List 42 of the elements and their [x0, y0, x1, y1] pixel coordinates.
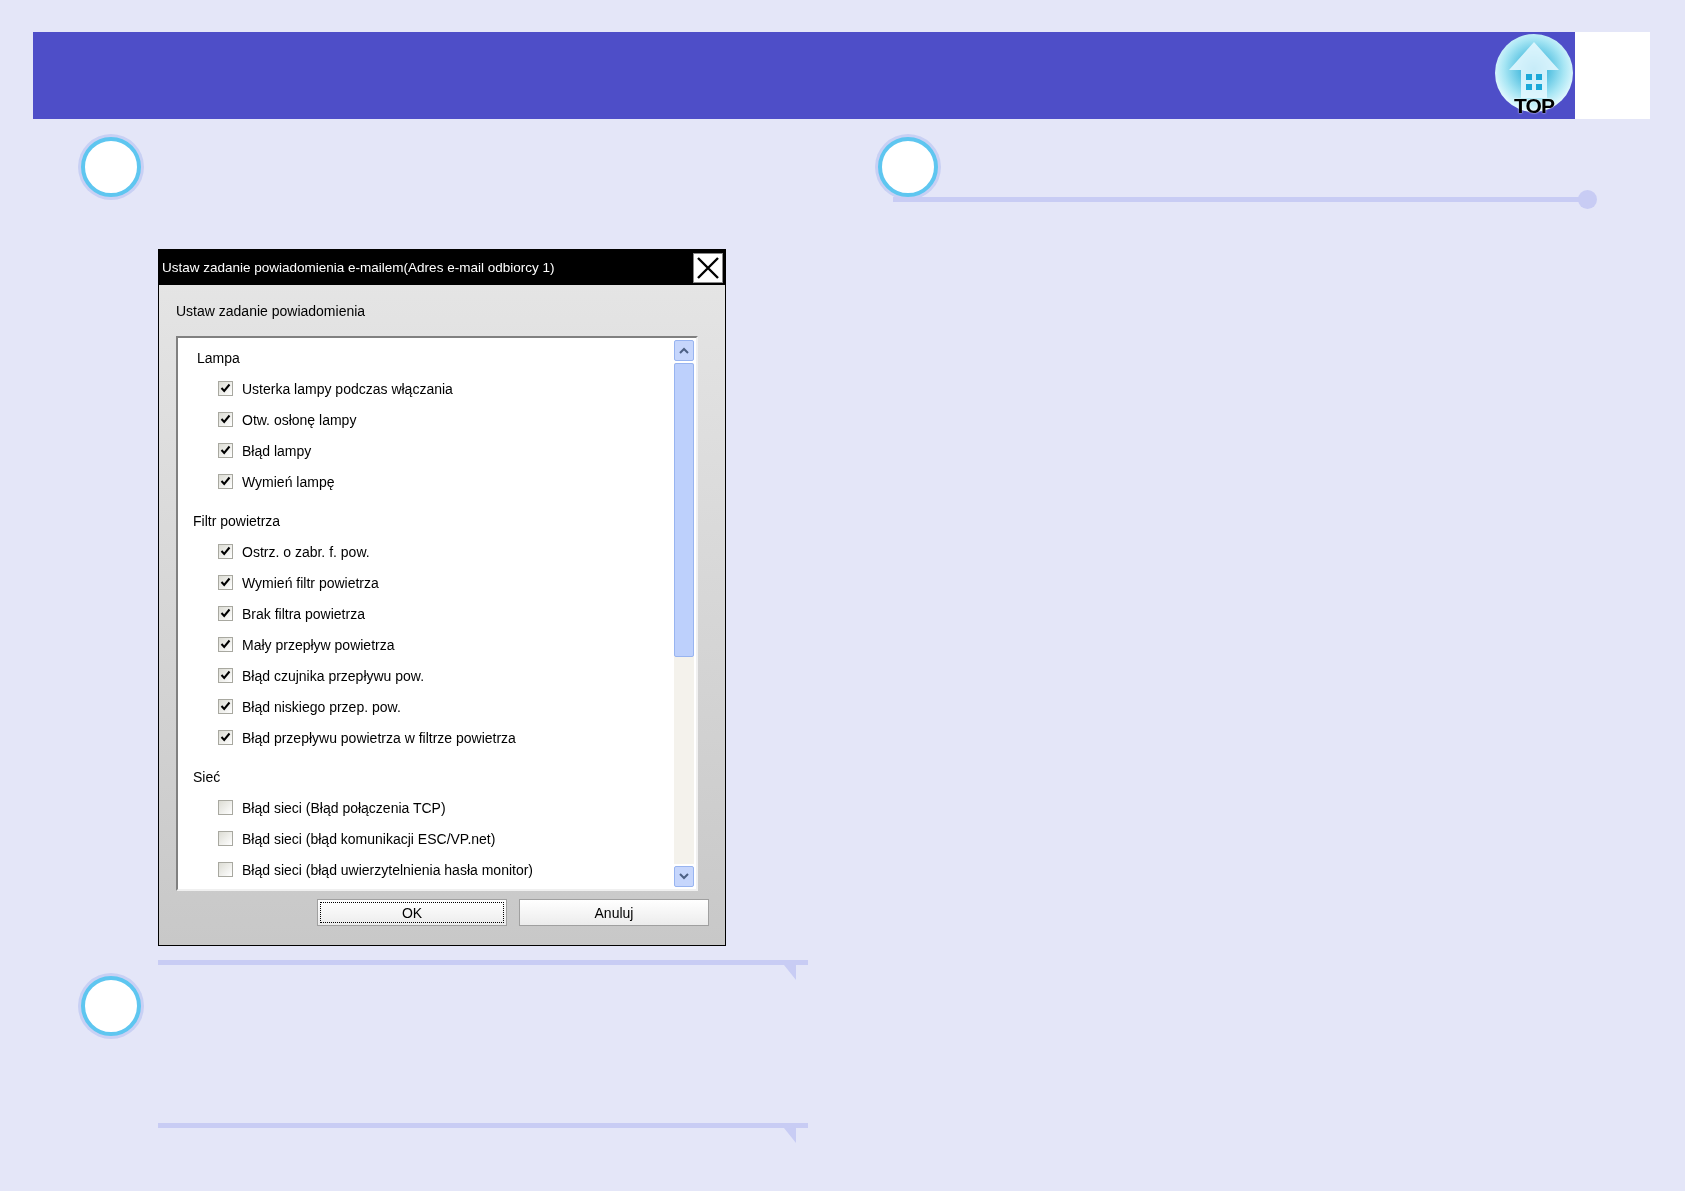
checkbox[interactable]: [218, 443, 233, 458]
checkbox-label: Mały przepływ powietrza: [242, 636, 395, 653]
checkbox-label: Ostrz. o zabr. f. pow.: [242, 543, 370, 560]
dialog-title: Ustaw zadanie powiadomienia e-mailem(Adres e-mail odbiorcy 1): [162, 260, 555, 275]
checkbox-label: Usterka lampy podczas włączania: [242, 380, 453, 397]
checkbox-label: Otw. osłonę lampy: [242, 411, 357, 428]
checkbox[interactable]: [218, 637, 233, 652]
checkbox[interactable]: [218, 544, 233, 559]
checkbox[interactable]: [218, 575, 233, 590]
close-button[interactable]: [693, 252, 723, 283]
group-label: Sieć: [192, 767, 222, 787]
dialog-button[interactable]: Anuluj: [519, 899, 709, 926]
checkbox-label: Błąd czujnika przepływu pow.: [242, 667, 425, 684]
checkbox[interactable]: [218, 862, 233, 877]
step-circle: [878, 137, 938, 197]
scroll-down-icon[interactable]: [674, 866, 694, 887]
checkbox[interactable]: [218, 381, 233, 396]
checkbox-label: Błąd sieci (błąd uwierzytelnienia hasła monitor): [242, 861, 534, 878]
checkbox[interactable]: [218, 668, 233, 683]
checkbox-label: Wymień lampę: [242, 473, 335, 490]
checkbox-label: Błąd niskiego przep. pow.: [242, 698, 401, 715]
checkbox[interactable]: [218, 606, 233, 621]
scroll-up-icon[interactable]: [674, 340, 694, 361]
checkbox-label: Błąd przepływu powietrza w filtrze powietrza: [242, 729, 516, 746]
group-label: Lampa: [196, 348, 241, 368]
checkbox[interactable]: [218, 412, 233, 427]
checkbox[interactable]: [218, 699, 233, 714]
checkbox[interactable]: [218, 730, 233, 745]
checkbox-label: Wymień filtr powietrza: [242, 574, 379, 591]
checkbox-label: Błąd sieci (Błąd połączenia TCP): [242, 799, 446, 816]
checkbox-label: Błąd lampy: [242, 442, 312, 459]
step-circle: [81, 137, 141, 197]
checkbox[interactable]: [218, 831, 233, 846]
step-circle: [81, 976, 141, 1036]
checkbox-label: Brak filtra powietrza: [242, 605, 365, 622]
group-label: Filtr powietrza: [192, 511, 282, 531]
dialog-button[interactable]: OK: [317, 899, 507, 926]
checkbox[interactable]: [218, 800, 233, 815]
scrollbar[interactable]: [674, 340, 694, 887]
section-label: Ustaw zadanie powiadomienia: [176, 303, 367, 321]
checkbox[interactable]: [218, 474, 233, 489]
checkbox-label: Błąd sieci (błąd komunikacji ESC/VP.net): [242, 830, 496, 847]
